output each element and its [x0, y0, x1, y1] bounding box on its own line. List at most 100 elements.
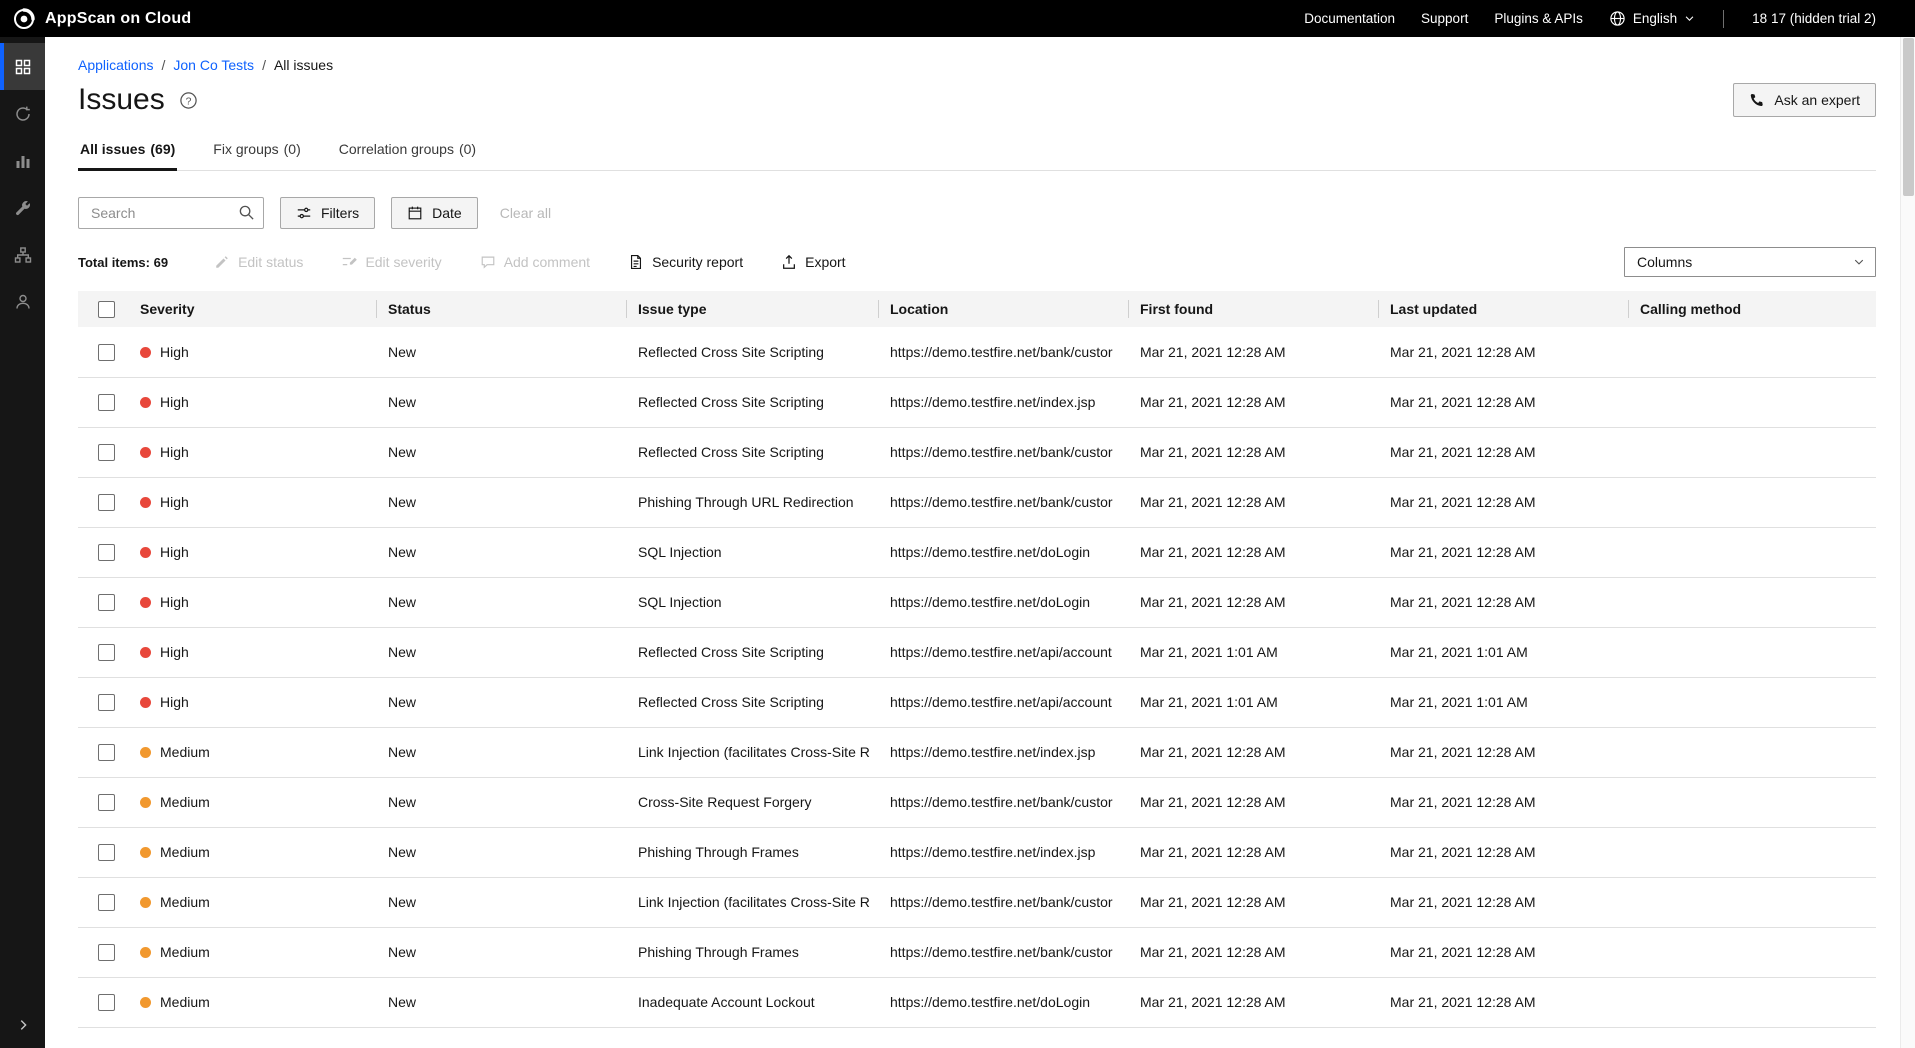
row-checkbox[interactable]: [98, 694, 115, 711]
row-checkbox[interactable]: [98, 894, 115, 911]
edit-severity-button[interactable]: Edit severity: [341, 254, 441, 270]
column-header: Severity: [128, 291, 376, 327]
severity-cell: Medium: [128, 777, 376, 827]
calling-method-cell: [1628, 827, 1876, 877]
chevron-down-icon: [1853, 256, 1865, 268]
select-all-checkbox[interactable]: [98, 301, 115, 318]
row-checkbox[interactable]: [98, 444, 115, 461]
breadcrumb-application-name[interactable]: Jon Co Tests: [173, 57, 254, 73]
calling-method-cell: [1628, 377, 1876, 427]
table-row[interactable]: HighNewPhishing Through URL Redirectionh…: [78, 477, 1876, 527]
search-input[interactable]: [78, 197, 264, 229]
title-row: Issues ? Ask an expert: [78, 83, 1876, 117]
appscan-logo: [12, 7, 36, 31]
tab-fix-groups[interactable]: Fix groups (0): [211, 141, 302, 171]
issue-type-cell: Link Injection (facilitates Cross-Site R: [626, 727, 878, 777]
table-row[interactable]: HighNewSQL Injectionhttps://demo.testfir…: [78, 577, 1876, 627]
issue-type-cell: SQL Injection: [626, 577, 878, 627]
location-cell: https://demo.testfire.net/index.jsp: [878, 827, 1128, 877]
tab-all-issues[interactable]: All issues (69): [78, 141, 177, 171]
last-updated-cell: Mar 21, 2021 12:28 AM: [1378, 377, 1628, 427]
status-cell: New: [376, 877, 626, 927]
top-bar: AppScan on Cloud Documentation Support P…: [0, 0, 1915, 37]
row-checkbox[interactable]: [98, 394, 115, 411]
row-checkbox[interactable]: [98, 594, 115, 611]
severity-cell: High: [128, 527, 376, 577]
breadcrumb-applications[interactable]: Applications: [78, 57, 154, 73]
severity-dot-icon: [140, 547, 151, 558]
severity-cell: High: [128, 427, 376, 477]
row-checkbox[interactable]: [98, 644, 115, 661]
calendar-icon: [407, 205, 423, 221]
row-checkbox[interactable]: [98, 844, 115, 861]
nav-documentation[interactable]: Documentation: [1304, 11, 1395, 26]
date-button[interactable]: Date: [391, 197, 478, 229]
help-icon[interactable]: ?: [179, 91, 198, 110]
location-cell: https://demo.testfire.net/bank/custor: [878, 477, 1128, 527]
table-row[interactable]: MediumNewPhishing Through Frameshttps://…: [78, 927, 1876, 977]
tab-label: Fix groups: [213, 141, 278, 157]
security-report-button[interactable]: Security report: [628, 254, 743, 270]
sidebar-item-applications[interactable]: [0, 43, 45, 90]
wrench-icon: [14, 199, 32, 217]
table-row[interactable]: HighNewSQL Injectionhttps://demo.testfir…: [78, 527, 1876, 577]
table-row[interactable]: MediumNewCross-Site Request Forgeryhttps…: [78, 777, 1876, 827]
row-checkbox[interactable]: [98, 994, 115, 1011]
table-row[interactable]: HighNewReflected Cross Site Scriptinghtt…: [78, 677, 1876, 727]
filters-button[interactable]: Filters: [280, 197, 375, 229]
severity-label: Medium: [160, 744, 210, 760]
location-cell: https://demo.testfire.net/bank/custor: [878, 327, 1128, 377]
tab-correlation-groups[interactable]: Correlation groups (0): [337, 141, 478, 171]
account-label[interactable]: 18 17 (hidden trial 2): [1752, 11, 1876, 26]
checkbox-cell: [78, 327, 128, 377]
severity-dot-icon: [140, 947, 151, 958]
select-all-header: [78, 291, 128, 327]
row-checkbox[interactable]: [98, 944, 115, 961]
edit-severity-label: Edit severity: [365, 254, 441, 270]
row-checkbox[interactable]: [98, 544, 115, 561]
table-row[interactable]: HighNewReflected Cross Site Scriptinghtt…: [78, 427, 1876, 477]
sidebar-item-reports[interactable]: [0, 137, 45, 184]
phone-icon: [1749, 92, 1765, 108]
scrollbar-thumb[interactable]: [1903, 38, 1914, 196]
page-title: Issues: [78, 83, 165, 117]
sidebar-item-tools[interactable]: [0, 184, 45, 231]
table-row[interactable]: MediumNewLink Injection (facilitates Cro…: [78, 877, 1876, 927]
clear-all-link[interactable]: Clear all: [500, 205, 551, 221]
columns-dropdown[interactable]: Columns: [1624, 247, 1876, 277]
table-row[interactable]: MediumNewPhishing Through Frameshttps://…: [78, 827, 1876, 877]
columns-label: Columns: [1637, 254, 1692, 270]
table-row[interactable]: MediumNewLink Injection (facilitates Cro…: [78, 727, 1876, 777]
checkbox-cell: [78, 777, 128, 827]
sidebar-item-scans[interactable]: [0, 90, 45, 137]
column-header: Calling method: [1628, 291, 1876, 327]
calling-method-cell: [1628, 427, 1876, 477]
filter-sliders-icon: [296, 205, 312, 221]
table-row[interactable]: HighNewReflected Cross Site Scriptinghtt…: [78, 627, 1876, 677]
export-button[interactable]: Export: [781, 254, 845, 270]
last-updated-cell: Mar 21, 2021 12:28 AM: [1378, 477, 1628, 527]
edit-status-button[interactable]: Edit status: [214, 254, 303, 270]
status-cell: New: [376, 377, 626, 427]
row-checkbox[interactable]: [98, 794, 115, 811]
table-row[interactable]: HighNewReflected Cross Site Scriptinghtt…: [78, 327, 1876, 377]
column-header: Last updated: [1378, 291, 1628, 327]
nav-support[interactable]: Support: [1421, 11, 1468, 26]
row-checkbox[interactable]: [98, 494, 115, 511]
sidebar-item-user[interactable]: [0, 278, 45, 325]
row-checkbox[interactable]: [98, 744, 115, 761]
language-selector[interactable]: English: [1609, 10, 1695, 27]
table-row[interactable]: HighNewReflected Cross Site Scriptinghtt…: [78, 377, 1876, 427]
table-row[interactable]: MediumNewInadequate Account Lockouthttps…: [78, 977, 1876, 1027]
add-comment-button[interactable]: Add comment: [480, 254, 590, 270]
vertical-scrollbar[interactable]: [1900, 37, 1915, 1048]
nav-plugins-apis[interactable]: Plugins & APIs: [1494, 11, 1583, 26]
status-cell: New: [376, 627, 626, 677]
ask-expert-button[interactable]: Ask an expert: [1733, 83, 1876, 117]
row-checkbox[interactable]: [98, 344, 115, 361]
sidebar-item-organization[interactable]: [0, 231, 45, 278]
sidebar-expand-button[interactable]: [0, 1008, 45, 1042]
add-comment-label: Add comment: [504, 254, 590, 270]
severity-dot-icon: [140, 347, 151, 358]
last-updated-cell: Mar 21, 2021 12:28 AM: [1378, 777, 1628, 827]
